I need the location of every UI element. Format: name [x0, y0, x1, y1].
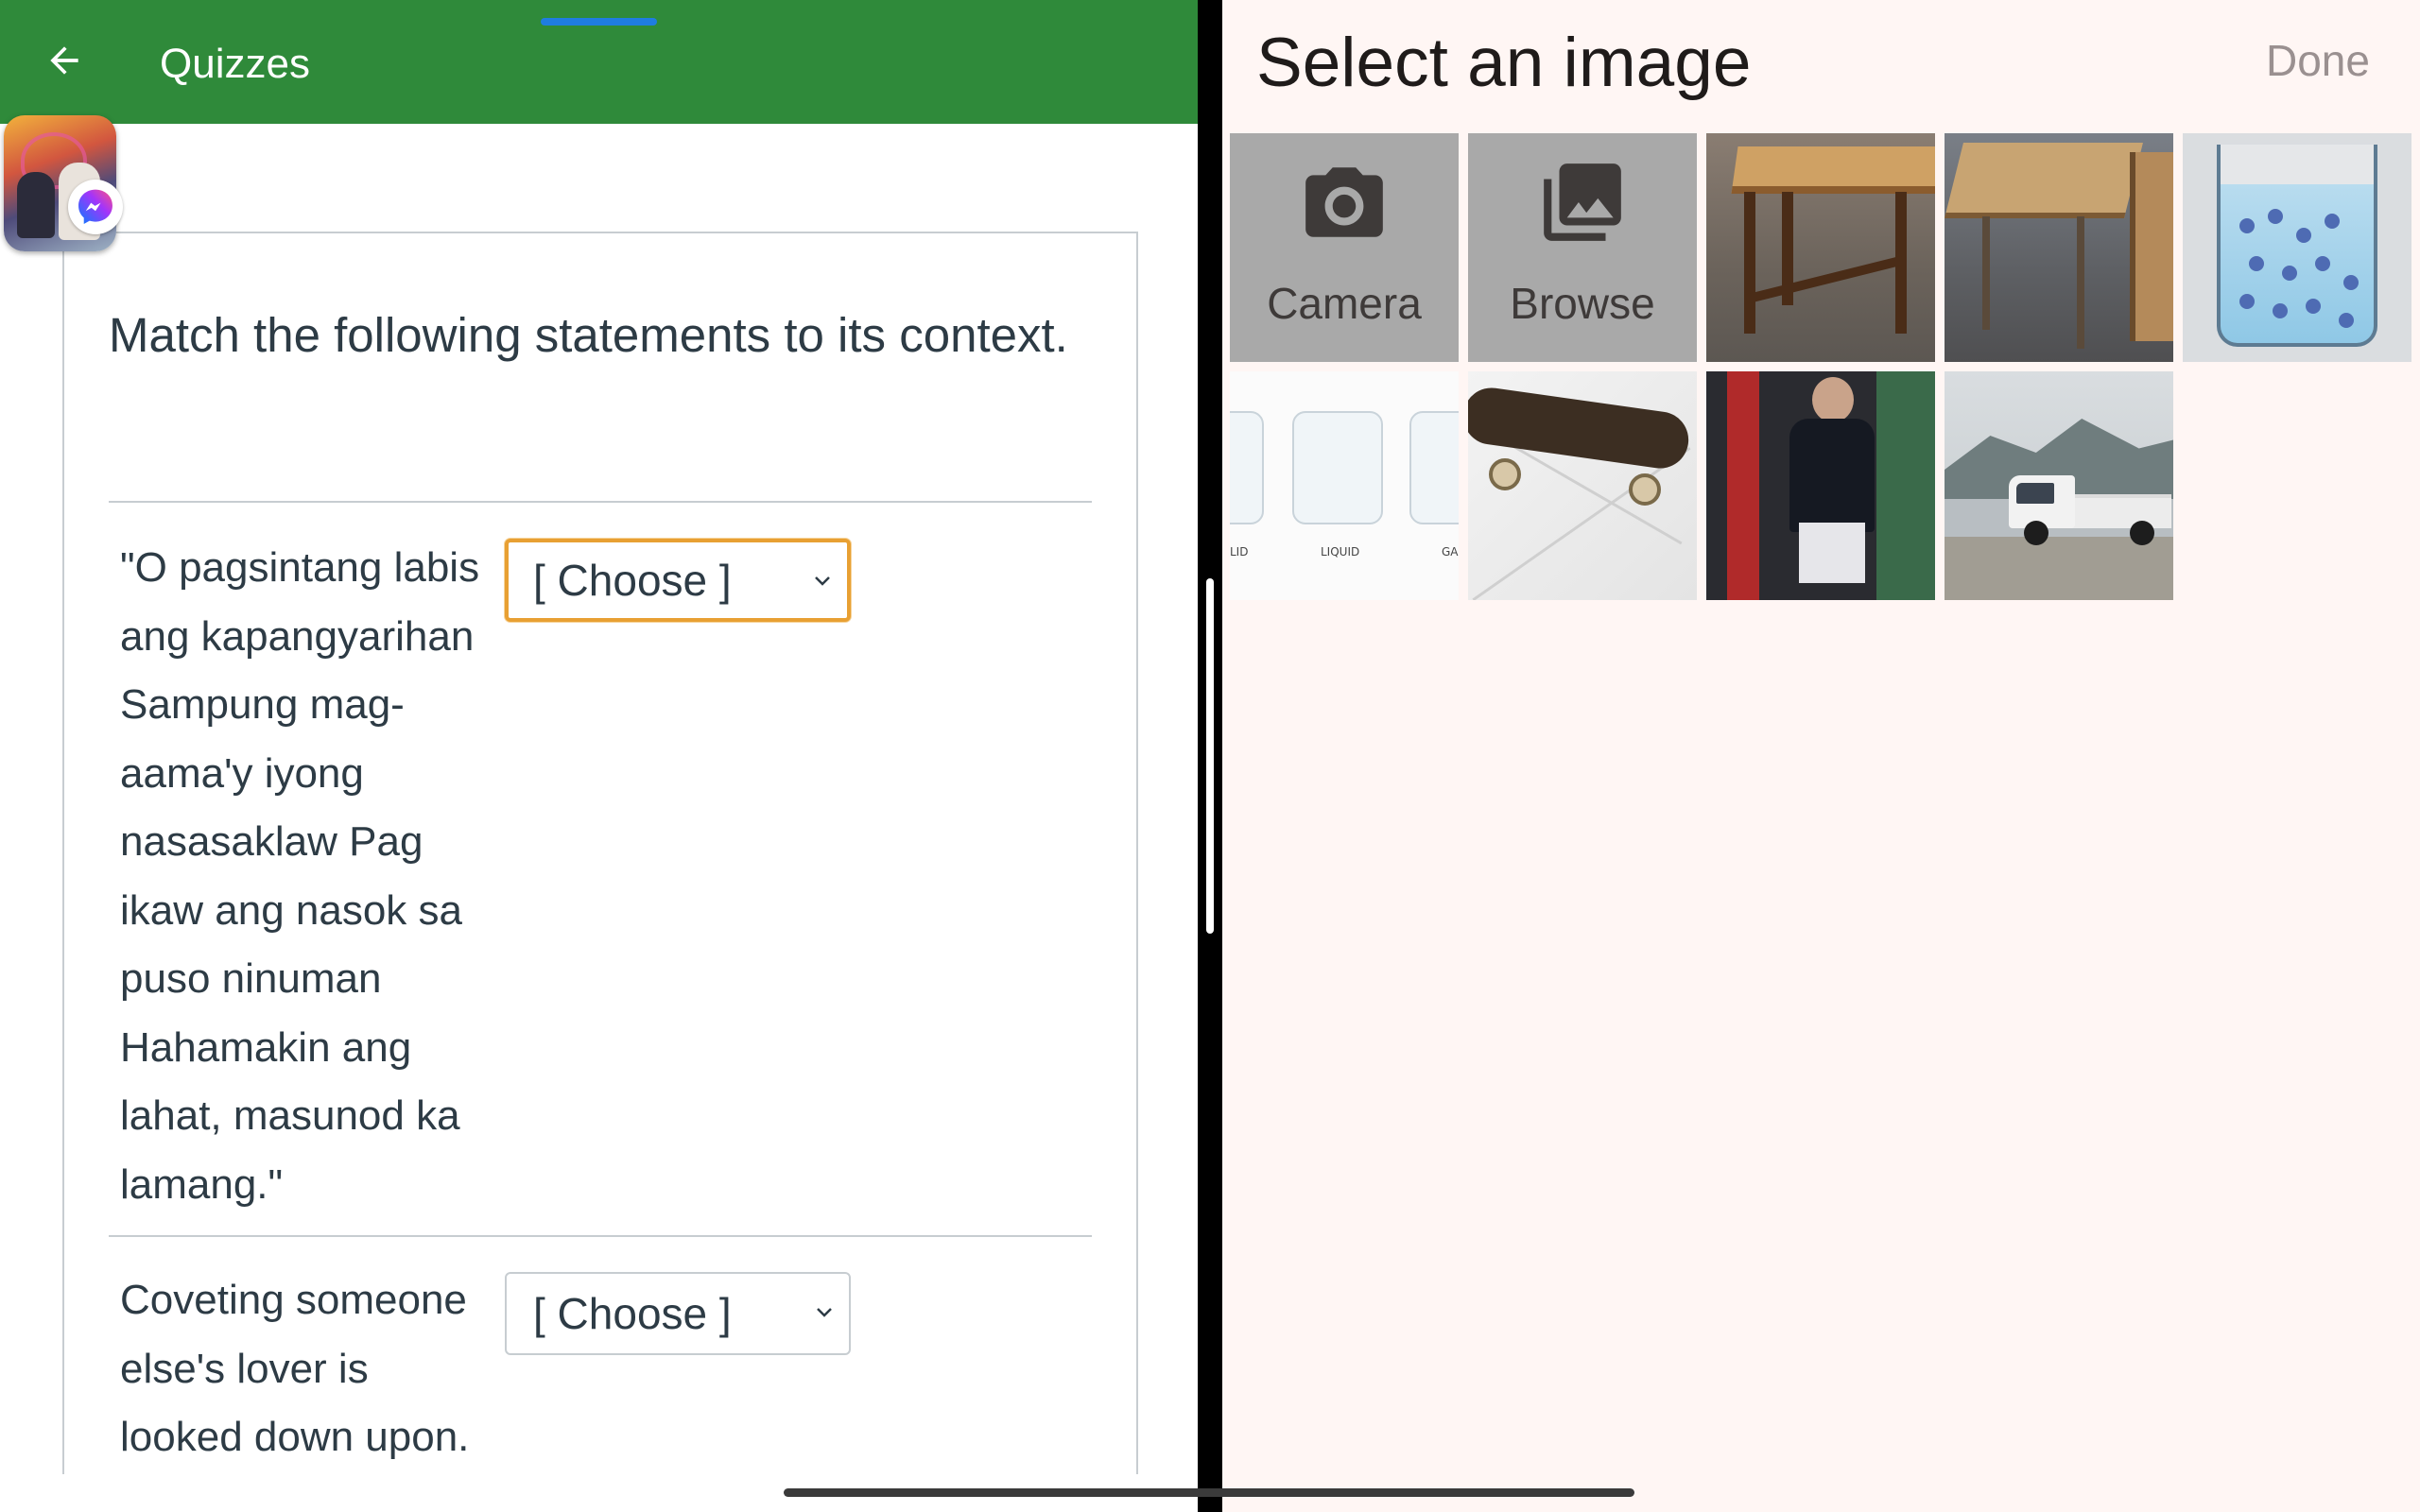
photo-drafting-table[interactable]: [1945, 133, 2173, 362]
messenger-icon: [68, 180, 123, 234]
statement-line: ang kapangyarihan: [120, 612, 475, 660]
picker-title: Select an image: [1256, 25, 1752, 101]
window-drag-handle[interactable]: [541, 18, 657, 26]
statement-line: nasasaklaw Pag: [120, 818, 424, 865]
truck-wheel: [2024, 521, 2048, 545]
photo-white-truck[interactable]: [1945, 371, 2173, 600]
table-top: [1731, 146, 1935, 194]
messenger-logo-icon: [78, 189, 112, 224]
truck-bed: [2069, 494, 2171, 528]
red-banner: [1727, 371, 1759, 600]
particle: [2282, 266, 2297, 281]
quiz-pane: Quizzes Match the following statements t…: [0, 0, 1198, 1512]
truck-wheel: [2130, 521, 2154, 545]
cabinet-door: [2130, 152, 2173, 341]
skateboard-wheel: [1489, 458, 1521, 490]
back-button[interactable]: [32, 28, 96, 93]
statement-line: Hahamakin ang: [120, 1023, 412, 1071]
beaker-glass: [2217, 145, 2377, 347]
done-button[interactable]: Done: [2266, 32, 2370, 89]
jar: [1230, 411, 1264, 524]
avatar-figure: [17, 172, 55, 238]
browse-tile[interactable]: Browse: [1468, 133, 1697, 362]
photo-beaker-particles[interactable]: [2183, 133, 2411, 362]
match-statement-2: Coveting someone else's lover is looked do…: [120, 1266, 508, 1472]
particle: [2315, 256, 2330, 271]
browse-label: Browse: [1510, 279, 1655, 328]
statement-line: Coveting someone: [120, 1277, 467, 1323]
statement-line: ikaw ang nasok sa: [120, 886, 462, 934]
particle: [2296, 228, 2311, 243]
table-top: [1945, 143, 2143, 218]
particle: [2268, 209, 2283, 224]
statement-line: puso ninuman: [120, 955, 382, 1002]
person-head: [1812, 377, 1854, 422]
gesture-nav-handle[interactable]: [784, 1488, 1634, 1497]
match-select-1[interactable]: [ Choose ]: [505, 539, 851, 622]
statement-line: "O pagsintang labis: [120, 544, 480, 591]
divider: [109, 501, 1092, 503]
skateboard-wheel: [1629, 473, 1661, 506]
person-shorts: [1799, 523, 1865, 583]
arrow-back-icon: [50, 46, 78, 75]
statement-line: lahat, masunod ka: [120, 1092, 460, 1139]
table-brace: [1745, 255, 1904, 304]
ground: [1945, 537, 2173, 600]
statement-line: Sampung mag-: [120, 681, 405, 728]
table-leg: [1744, 192, 1755, 334]
match-select-2[interactable]: [ Choose ]: [505, 1272, 851, 1355]
jar-label: LIQUID: [1321, 545, 1360, 558]
select-value: [ Choose ]: [533, 1289, 732, 1338]
truck-window: [2016, 483, 2054, 504]
table-leg: [2077, 216, 2084, 349]
green-door: [1876, 371, 1935, 600]
chevron-down-icon: [817, 1308, 832, 1317]
particle: [2343, 275, 2359, 290]
camera-label: Camera: [1267, 279, 1422, 328]
particle: [2273, 303, 2288, 318]
question-prompt: Match the following statements to its co…: [109, 308, 1068, 362]
statement-line: aama'y iyong: [120, 749, 364, 797]
jar-label: GA: [1442, 545, 1459, 558]
statement-line: lamang.": [120, 1160, 284, 1208]
image-picker-pane: Select an image Done Camera Browse LID L…: [1222, 0, 2420, 1512]
select-value: [ Choose ]: [533, 556, 732, 605]
photo-skateboard[interactable]: [1468, 371, 1697, 600]
statement-line: looked down upon.: [120, 1414, 470, 1460]
split-resize-handle[interactable]: [1206, 578, 1214, 934]
photo-wooden-table[interactable]: [1706, 133, 1935, 362]
camera-tile[interactable]: Camera: [1230, 133, 1459, 362]
photo-states-of-matter[interactable]: LID LIQUID GA: [1230, 371, 1459, 600]
camera-icon: [1305, 167, 1383, 237]
particle: [2239, 218, 2255, 233]
chevron-down-icon: [815, 576, 830, 586]
gallery-icon: [1544, 163, 1621, 241]
particle: [2325, 214, 2340, 229]
divider: [109, 1235, 1092, 1237]
jar: [1409, 411, 1459, 524]
app-title: Quizzes: [160, 41, 310, 87]
jar-label: LID: [1230, 545, 1249, 558]
person-shirt: [1789, 419, 1875, 532]
match-statement-1: "O pagsintang labis ang kapangyarihan Samp…: [120, 534, 508, 1219]
app-bar: Quizzes: [0, 0, 1198, 124]
table-leg: [1982, 216, 1990, 330]
jar: [1292, 411, 1383, 524]
statement-line: else's lover is: [120, 1345, 369, 1392]
particle: [2306, 299, 2321, 314]
photo-mirror-selfie[interactable]: [1706, 371, 1935, 600]
particle: [2339, 313, 2354, 328]
particle: [2249, 256, 2264, 271]
particle: [2239, 294, 2255, 309]
